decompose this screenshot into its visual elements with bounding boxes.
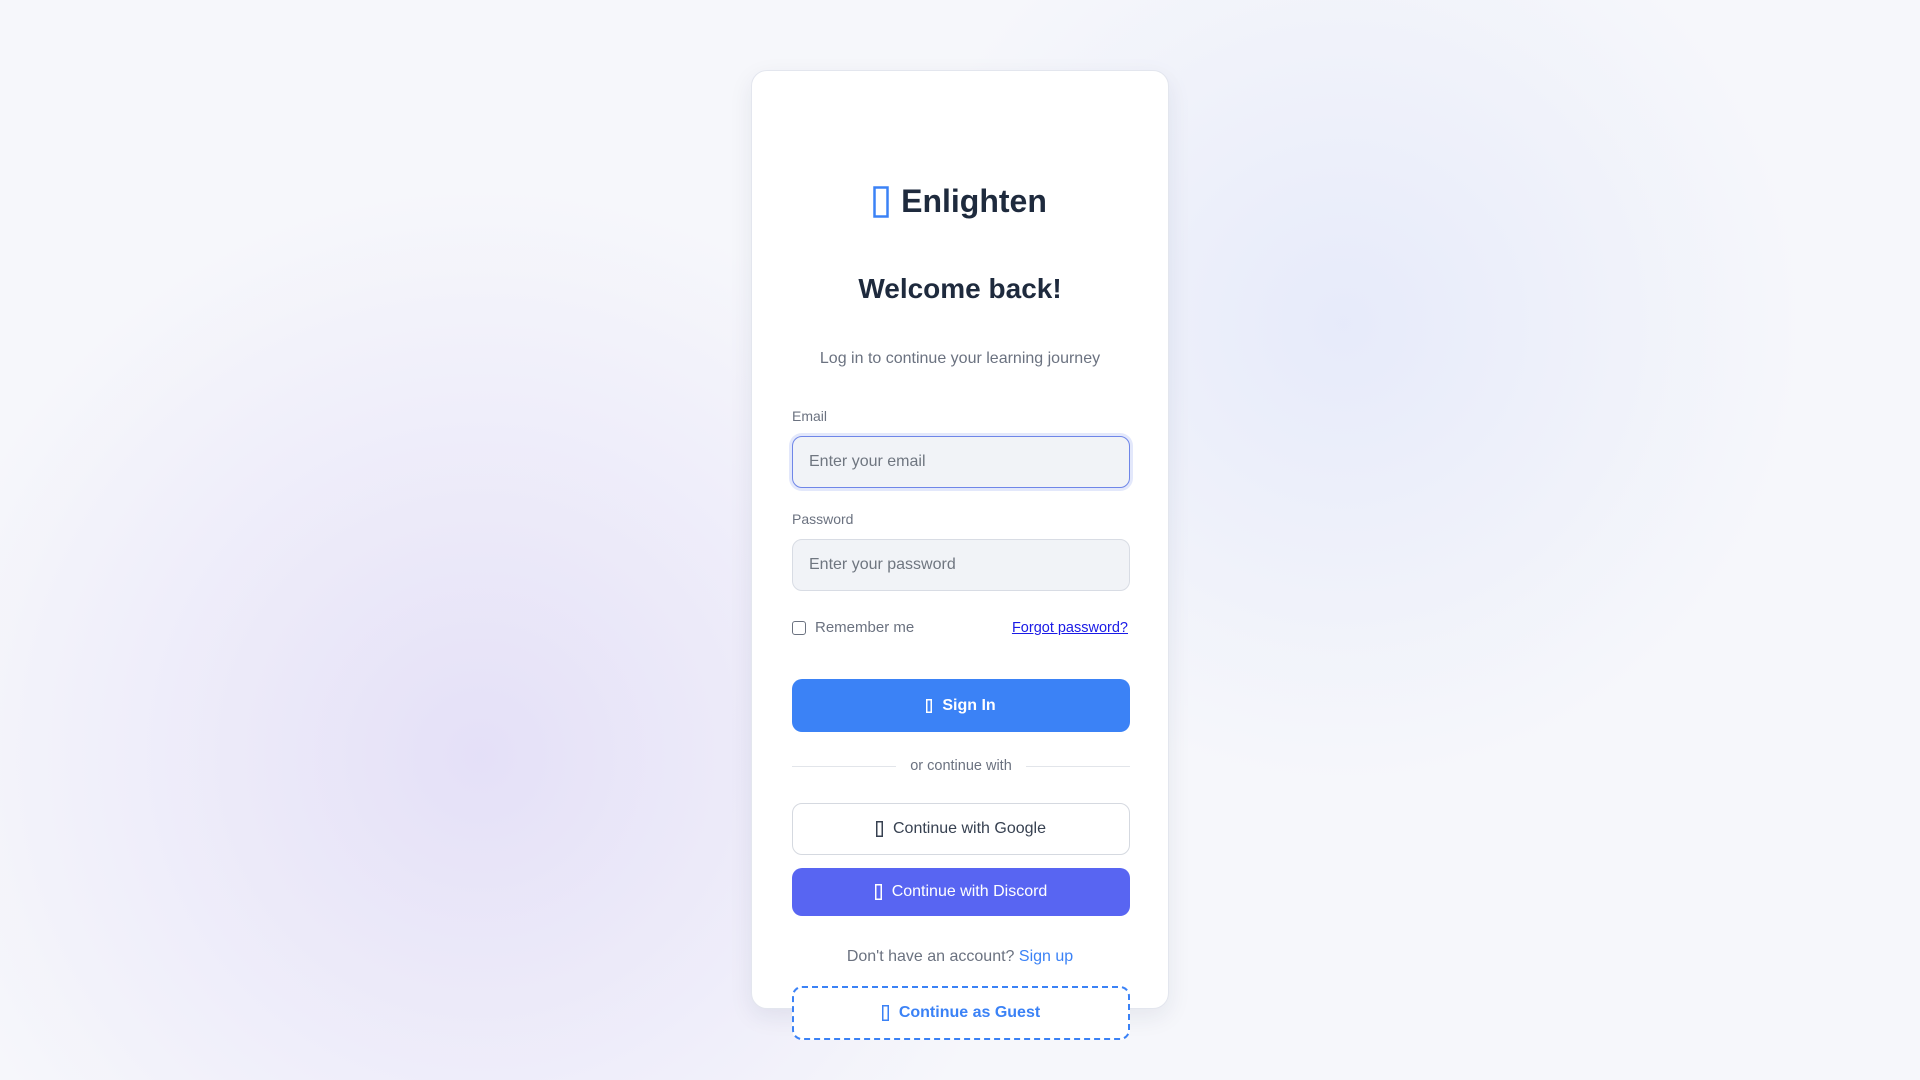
password-label: Password: [792, 511, 854, 527]
discord-login-label: Continue with Discord: [891, 883, 1048, 900]
login-card: Enlighten Welcome back! Log in to contin…: [751, 70, 1169, 1040]
google-login-button[interactable]: Continue with Google: [792, 803, 1130, 855]
brand-logo: Enlighten: [752, 183, 1168, 220]
user-icon: [881, 1005, 889, 1021]
google-login-label: Continue with Google: [893, 820, 1046, 837]
page-title: Welcome back!: [858, 273, 1062, 304]
forgot-password-link[interactable]: Forgot password?: [1012, 620, 1128, 636]
sign-in-icon: [926, 698, 933, 713]
divider-line-right: [1025, 765, 1130, 767]
remember-checkbox[interactable]: [792, 620, 806, 635]
remember-label: Remember me: [815, 619, 915, 636]
divider-label: or continue with: [910, 758, 1012, 774]
signup-prompt-text: Don't have an account?: [846, 948, 1015, 965]
password-input[interactable]: [792, 539, 1130, 591]
brand-name: Enlighten: [901, 183, 1047, 219]
sign-in-label: Sign In: [942, 696, 996, 714]
discord-login-button[interactable]: Continue with Discord: [792, 868, 1130, 916]
signup-prompt: Don't have an account? Sign up: [752, 948, 1168, 966]
divider-line-left: [792, 765, 897, 767]
email-input[interactable]: [792, 436, 1130, 488]
signup-link[interactable]: Sign up: [1019, 948, 1073, 965]
sign-in-button[interactable]: Sign In: [792, 679, 1130, 732]
discord-icon: [874, 884, 882, 900]
guest-button[interactable]: Continue as Guest: [792, 986, 1130, 1040]
page-subtitle: Log in to continue your learning journey: [819, 350, 1101, 367]
guest-label: Continue as Guest: [898, 1004, 1041, 1021]
google-icon: [876, 821, 883, 837]
remember-me[interactable]: Remember me: [792, 619, 914, 636]
social-divider: or continue with: [792, 758, 1130, 774]
lightbulb-icon: [873, 185, 889, 218]
email-label: Email: [792, 408, 828, 424]
